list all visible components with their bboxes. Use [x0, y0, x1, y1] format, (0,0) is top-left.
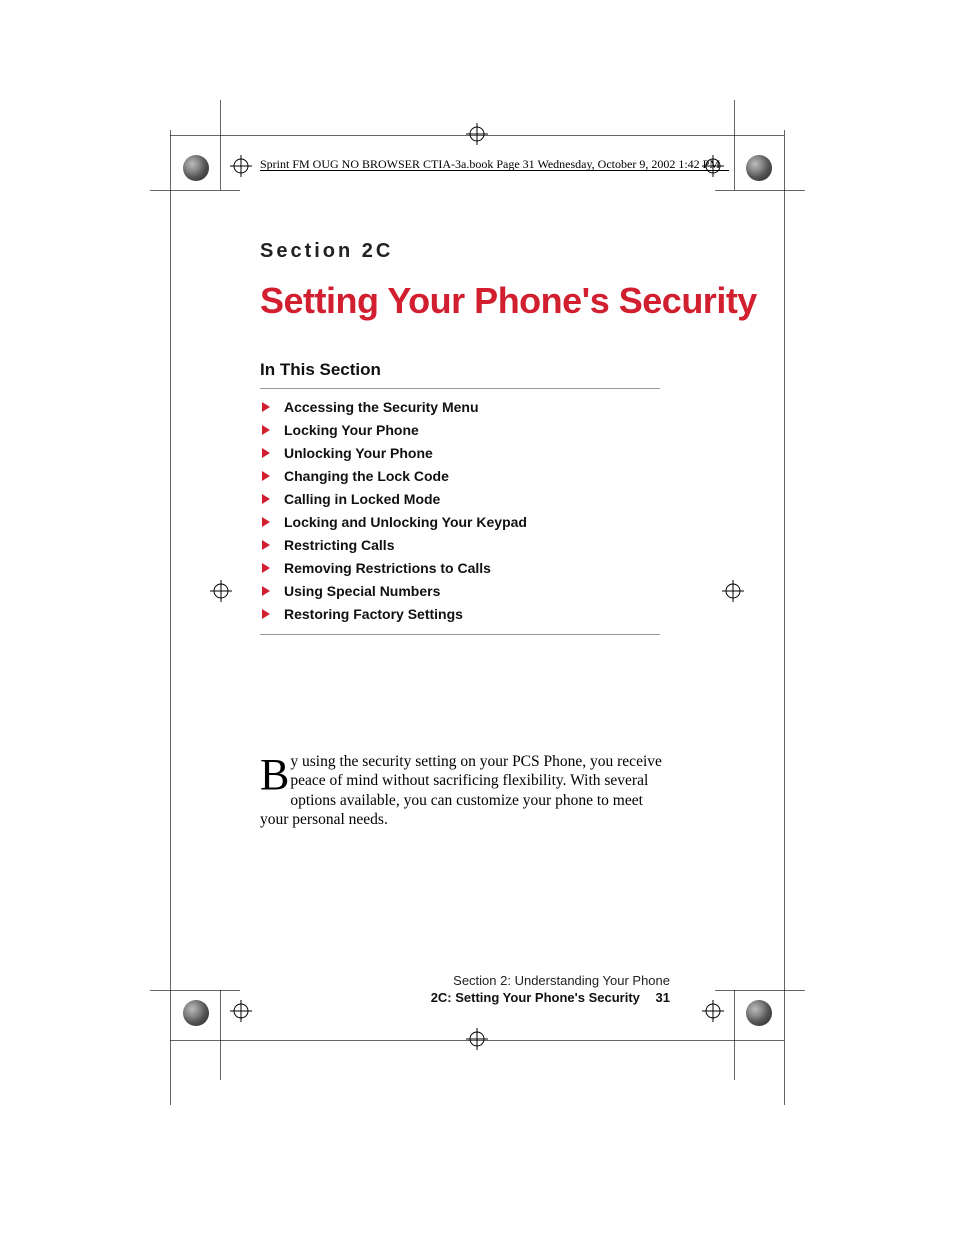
footer-section-label: Section 2: Understanding Your Phone: [260, 973, 670, 988]
toc-item-label: Locking and Unlocking Your Keypad: [284, 514, 527, 530]
bullet-arrow-icon: [262, 425, 270, 435]
toc-item: Accessing the Security Menu: [260, 399, 660, 415]
toc-item-label: Changing the Lock Code: [284, 468, 449, 484]
registration-mark-bottom: [466, 1028, 488, 1050]
toc-item-label: Calling in Locked Mode: [284, 491, 440, 507]
bullet-arrow-icon: [262, 402, 270, 412]
bullet-arrow-icon: [262, 586, 270, 596]
tick-sw-h: [150, 990, 240, 991]
registration-mark-se: [702, 1000, 724, 1022]
toc-item-label: Locking Your Phone: [284, 422, 419, 438]
bullet-arrow-icon: [262, 609, 270, 619]
tick-se-v: [734, 990, 735, 1080]
toc-item: Restricting Calls: [260, 537, 660, 553]
toc-item: Removing Restrictions to Calls: [260, 560, 660, 576]
toc-item: Locking Your Phone: [260, 422, 660, 438]
footer-subtitle-line: 2C: Setting Your Phone's Security 31: [260, 990, 670, 1005]
toc-item-label: Restricting Calls: [284, 537, 394, 553]
bullet-arrow-icon: [262, 540, 270, 550]
registration-mark-right: [722, 580, 744, 602]
registration-mark-nw: [230, 155, 252, 177]
registration-mark-top: [466, 123, 488, 145]
page-footer: Section 2: Understanding Your Phone 2C: …: [260, 973, 670, 1005]
toc-item-label: Removing Restrictions to Calls: [284, 560, 491, 576]
section-label: Section 2C: [260, 240, 393, 263]
corner-ornament-sw: [183, 1000, 209, 1026]
crop-line-right: [784, 130, 785, 1105]
in-this-section-heading: In This Section: [260, 360, 660, 380]
corner-ornament-se: [746, 1000, 772, 1026]
tick-sw-v: [220, 990, 221, 1080]
tick-ne-v: [734, 100, 735, 190]
toc-list: Accessing the Security Menu Locking Your…: [260, 399, 660, 622]
divider-top: [260, 388, 660, 389]
crop-line-left: [170, 130, 171, 1105]
footer-subtitle: 2C: Setting Your Phone's Security: [431, 990, 640, 1005]
running-header: Sprint FM OUG NO BROWSER CTIA-3a.book Pa…: [260, 157, 720, 172]
corner-ornament-nw: [183, 155, 209, 181]
toc-item: Changing the Lock Code: [260, 468, 660, 484]
corner-ornament-ne: [746, 155, 772, 181]
toc-item-label: Unlocking Your Phone: [284, 445, 433, 461]
toc-item: Unlocking Your Phone: [260, 445, 660, 461]
toc-item: Restoring Factory Settings: [260, 606, 660, 622]
bullet-arrow-icon: [262, 471, 270, 481]
divider-bottom: [260, 634, 660, 635]
tick-ne-h: [715, 190, 805, 191]
bullet-arrow-icon: [262, 563, 270, 573]
registration-mark-left: [210, 580, 232, 602]
page-title: Setting Your Phone's Security: [260, 280, 757, 322]
tick-nw-h: [150, 190, 240, 191]
toc-item: Using Special Numbers: [260, 583, 660, 599]
bullet-arrow-icon: [262, 517, 270, 527]
toc-item: Locking and Unlocking Your Keypad: [260, 514, 660, 530]
toc-item: Calling in Locked Mode: [260, 491, 660, 507]
body-paragraph: By using the security setting on your PC…: [260, 752, 670, 830]
toc-item-label: Using Special Numbers: [284, 583, 440, 599]
body-text: y using the security setting on your PCS…: [260, 753, 662, 828]
toc-item-label: Accessing the Security Menu: [284, 399, 479, 415]
bullet-arrow-icon: [262, 448, 270, 458]
toc-item-label: Restoring Factory Settings: [284, 606, 463, 622]
tick-se-h: [715, 990, 805, 991]
bullet-arrow-icon: [262, 494, 270, 504]
dropcap: B: [260, 752, 290, 793]
page-number: 31: [656, 990, 670, 1005]
in-this-section: In This Section Accessing the Security M…: [260, 360, 660, 645]
registration-mark-sw: [230, 1000, 252, 1022]
document-page: Sprint FM OUG NO BROWSER CTIA-3a.book Pa…: [0, 0, 954, 1235]
tick-nw-v: [220, 100, 221, 190]
